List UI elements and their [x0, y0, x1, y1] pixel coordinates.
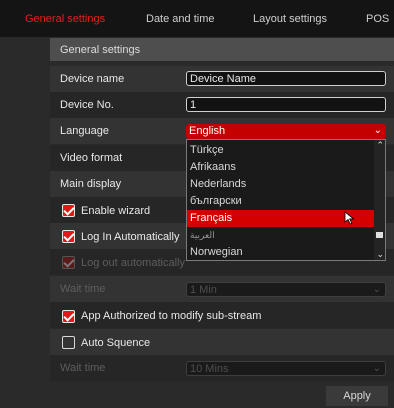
chevron-down-icon: ⌄: [372, 363, 381, 374]
wait-time-2-label: Wait time: [60, 362, 106, 374]
app-authorized-checkbox[interactable]: [62, 310, 75, 323]
tab-layout-settings[interactable]: Layout settings: [253, 13, 327, 25]
wait-time-2-value: 10 Mins: [190, 363, 229, 375]
log-out-auto-label: Log out automatically: [81, 257, 185, 269]
device-name-input[interactable]: [186, 71, 386, 86]
language-option[interactable]: Norwegian: [187, 244, 374, 260]
chevron-down-icon[interactable]: ⌄: [376, 249, 384, 260]
wait-time-select[interactable]: 1 Min ⌄: [186, 282, 386, 297]
device-no-label: Device No.: [60, 99, 114, 111]
enable-wizard-checkbox[interactable]: [62, 204, 75, 217]
language-option[interactable]: Afrikaans: [187, 159, 374, 176]
dropdown-scrollbar[interactable]: ⌃ ⌄: [374, 140, 385, 260]
log-in-auto-label: Log In Automatically: [81, 231, 180, 243]
tab-pos[interactable]: POS: [366, 13, 389, 25]
tab-date-and-time[interactable]: Date and time: [146, 13, 214, 25]
log-out-auto-checkbox[interactable]: [62, 256, 75, 269]
apply-button[interactable]: Apply: [326, 386, 388, 406]
wait-time-value: 1 Min: [190, 284, 217, 296]
section-title: General settings: [60, 44, 141, 56]
device-no-input[interactable]: [186, 97, 386, 112]
enable-wizard-label: Enable wizard: [81, 205, 151, 217]
main-display-label: Main display: [60, 178, 122, 190]
chevron-up-icon[interactable]: ⌃: [376, 140, 384, 151]
language-dropdown-list[interactable]: Türkçe Afrikaans Nederlands български Fr…: [186, 139, 386, 261]
app-authorized-label: App Authorized to modify sub-stream: [81, 310, 262, 322]
language-option[interactable]: Türkçe: [187, 142, 374, 159]
log-in-auto-checkbox[interactable]: [62, 230, 75, 243]
wait-time-label: Wait time: [60, 283, 106, 295]
language-label: Language: [60, 125, 109, 137]
chevron-down-icon: ⌄: [372, 284, 381, 295]
device-name-label: Device name: [60, 73, 125, 85]
language-option[interactable]: Nederlands: [187, 176, 374, 193]
section-header: General settings: [50, 38, 394, 61]
wait-time-2-select[interactable]: 10 Mins ⌄: [186, 361, 386, 376]
tab-general-settings[interactable]: General settings: [25, 13, 105, 25]
auto-sequence-label: Auto Squence: [81, 337, 151, 349]
video-format-label: Video format: [60, 152, 123, 164]
tab-bar: General settings Date and time Layout se…: [0, 0, 394, 37]
chevron-down-icon: ⌄: [373, 125, 382, 136]
language-selected-value: English: [189, 125, 226, 137]
language-option[interactable]: български: [187, 193, 374, 210]
language-option[interactable]: العربية: [187, 227, 374, 244]
scrollbar-thumb[interactable]: [376, 232, 383, 238]
cursor-icon: [344, 211, 355, 225]
language-select[interactable]: English ⌄: [186, 124, 386, 139]
auto-sequence-checkbox[interactable]: [62, 336, 75, 349]
